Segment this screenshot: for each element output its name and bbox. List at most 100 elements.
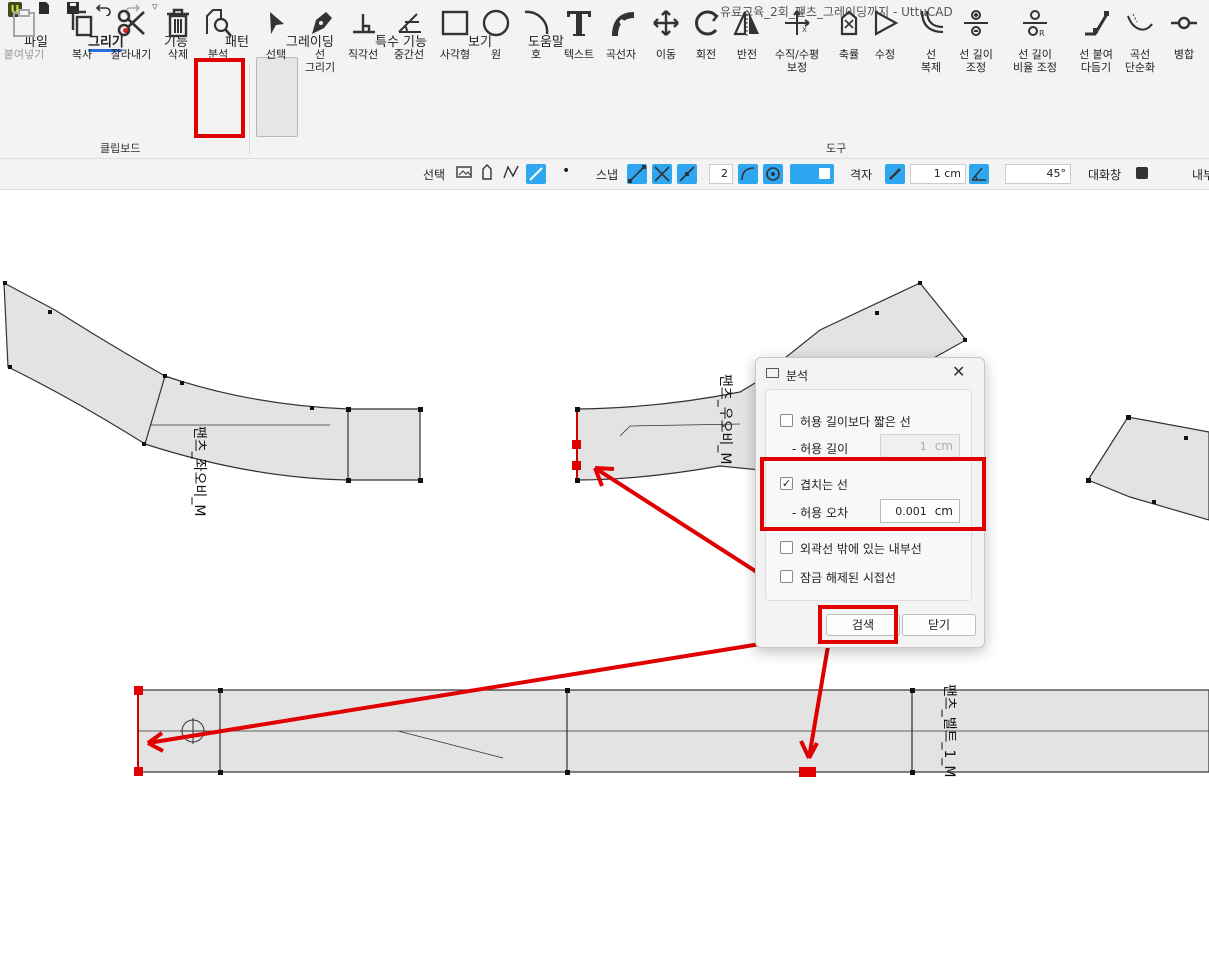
short-line-checkbox[interactable]: [780, 414, 793, 427]
shrink-rate-icon: [831, 6, 867, 40]
close-icon[interactable]: ✕: [952, 362, 965, 381]
scissors-icon: [113, 6, 149, 40]
delete-button[interactable]: 삭제: [160, 4, 196, 86]
piece-label-right: 팬츠_우오비_M: [717, 374, 733, 465]
snap-divide-toggle[interactable]: [677, 164, 697, 184]
merge-button[interactable]: 병합: [1166, 4, 1202, 86]
group-divider: [249, 64, 250, 154]
snap-divisions-input[interactable]: 2: [709, 164, 733, 184]
pattern-piece-partial-right[interactable]: [1087, 416, 1209, 521]
dialog-toggle-label: 대화창: [1088, 168, 1122, 182]
cut-button[interactable]: 잘라내기: [108, 4, 154, 86]
straighten-button[interactable]: YX 수직/수평 보정: [775, 4, 819, 86]
analyze-button-highlight: [194, 58, 245, 138]
dialog-toggle[interactable]: [1136, 167, 1148, 179]
snap-curve-toggle[interactable]: [738, 164, 758, 184]
curve-ruler-icon: [603, 6, 639, 40]
inner-line-label: 내부: [1192, 168, 1209, 182]
shrink-rate-button[interactable]: 축률: [831, 4, 867, 86]
point-select-icon[interactable]: •: [562, 163, 570, 179]
pen-icon: [302, 6, 338, 40]
adjust-length-button[interactable]: 선 길이 조정: [956, 4, 996, 86]
paste-icon: [6, 6, 42, 40]
paste-button[interactable]: 붙여넣기: [2, 4, 46, 86]
outside-inner-line-label: 외곽선 밖에 있는 내부선: [800, 542, 922, 556]
copy-icon: [64, 6, 100, 40]
image-select-icon[interactable]: [456, 164, 472, 183]
grid-size-input[interactable]: 1 cm: [910, 164, 966, 184]
line-select-icon[interactable]: [503, 164, 519, 183]
piece-label-left: 팬츠_좌오비_M: [191, 426, 207, 517]
tools-group-label: 도구: [826, 142, 847, 155]
outside-inner-line-checkbox[interactable]: [780, 541, 793, 554]
analyze-icon: [200, 6, 236, 40]
duplicate-line-button[interactable]: 선 복제: [913, 4, 949, 86]
svg-text:R: R: [1039, 29, 1045, 38]
angle-toggle[interactable]: [969, 164, 989, 184]
move-button[interactable]: 이동: [648, 4, 684, 86]
dialog-title: 분석: [786, 369, 809, 383]
piece-label-belt: 팬츠_벨트_1_M: [941, 684, 957, 778]
pattern-piece-belt[interactable]: [137, 689, 1209, 773]
text-button[interactable]: 텍스트: [561, 4, 597, 86]
segment-select-toggle[interactable]: [526, 164, 546, 184]
snap-label: 스냅: [596, 168, 619, 182]
snap-switch[interactable]: [790, 164, 834, 184]
text-icon: [561, 6, 597, 40]
right-angle-line-button[interactable]: 직각선: [345, 4, 381, 86]
mirror-button[interactable]: 반전: [729, 4, 765, 86]
snap-center-toggle[interactable]: [763, 164, 783, 184]
join-trim-button[interactable]: 선 붙여 다듬기: [1076, 4, 1116, 86]
tolerance-length-label: - 허용 길이: [792, 442, 849, 456]
search-button-highlight: [818, 605, 898, 644]
tolerance-length-input[interactable]: 1 cm: [880, 434, 960, 458]
pointer-icon: [258, 6, 294, 40]
options-bar: 선택 • 스냅 2 격자 1 cm 45° 대화창 내부: [0, 159, 1209, 190]
duplicate-line-icon: [913, 6, 949, 40]
trash-icon: [160, 6, 196, 40]
copy-button[interactable]: 복사: [62, 4, 102, 86]
midline-icon: [391, 6, 427, 40]
paste-label: 붙여넣기: [3, 48, 45, 61]
curve-ruler-button[interactable]: 곡선자: [603, 4, 639, 86]
mirror-icon: [729, 6, 765, 40]
overlap-option-highlight: [760, 457, 986, 531]
rectangle-icon: [437, 6, 473, 40]
rectangle-button[interactable]: 사각형: [437, 4, 473, 86]
adjust-length-ratio-button[interactable]: R 선 길이 비율 조정: [1013, 4, 1057, 86]
adjust-length-ratio-label: 선 길이 비율 조정: [1013, 48, 1057, 74]
snap-endpoint-toggle[interactable]: [627, 164, 647, 184]
simplify-curve-button[interactable]: 곡선 단순화: [1122, 4, 1158, 86]
adjust-length-label: 선 길이 조정: [959, 48, 993, 74]
adjust-ratio-icon: R: [1017, 6, 1053, 40]
draw-line-button[interactable]: 선 그리기: [302, 4, 338, 86]
drawing-canvas[interactable]: 팬츠_좌오비_M 팬츠_우오비_M 팬츠_벨트_1_M: [0, 198, 1209, 977]
short-line-label: 허용 길이보다 짧은 선: [800, 415, 911, 429]
merge-icon: [1166, 6, 1202, 40]
unlocked-seam-label: 잠금 해제된 시접선: [800, 571, 896, 585]
circle-button[interactable]: 원: [478, 4, 514, 86]
select-tool-button[interactable]: 선택: [258, 4, 294, 86]
select-mode-label: 선택: [423, 168, 446, 182]
rotate-button[interactable]: 회전: [688, 4, 724, 86]
pattern-piece-left-waistband[interactable]: [3, 281, 421, 481]
simplify-curve-icon: [1122, 6, 1158, 40]
dialog-window-icon: [766, 368, 779, 378]
perpendicular-icon: [345, 6, 381, 40]
edit-button[interactable]: 수정: [867, 4, 903, 86]
grid-toggle[interactable]: [885, 164, 905, 184]
svg-text:X: X: [802, 26, 807, 34]
join-trim-icon: [1078, 6, 1114, 40]
svg-text:Y: Y: [799, 11, 805, 19]
snap-intersection-toggle[interactable]: [652, 164, 672, 184]
angle-input[interactable]: 45°: [1005, 164, 1071, 184]
arc-button[interactable]: 호: [518, 4, 554, 86]
midline-button[interactable]: 중간선: [391, 4, 427, 86]
piece-select-icon[interactable]: [480, 164, 494, 183]
merge-label: 병합: [1173, 48, 1195, 61]
unlocked-seam-checkbox[interactable]: [780, 570, 793, 583]
edit-pointer-icon: [867, 6, 903, 40]
straighten-icon: YX: [779, 6, 815, 40]
arc-icon: [518, 6, 554, 40]
close-button[interactable]: 닫기: [902, 614, 976, 636]
